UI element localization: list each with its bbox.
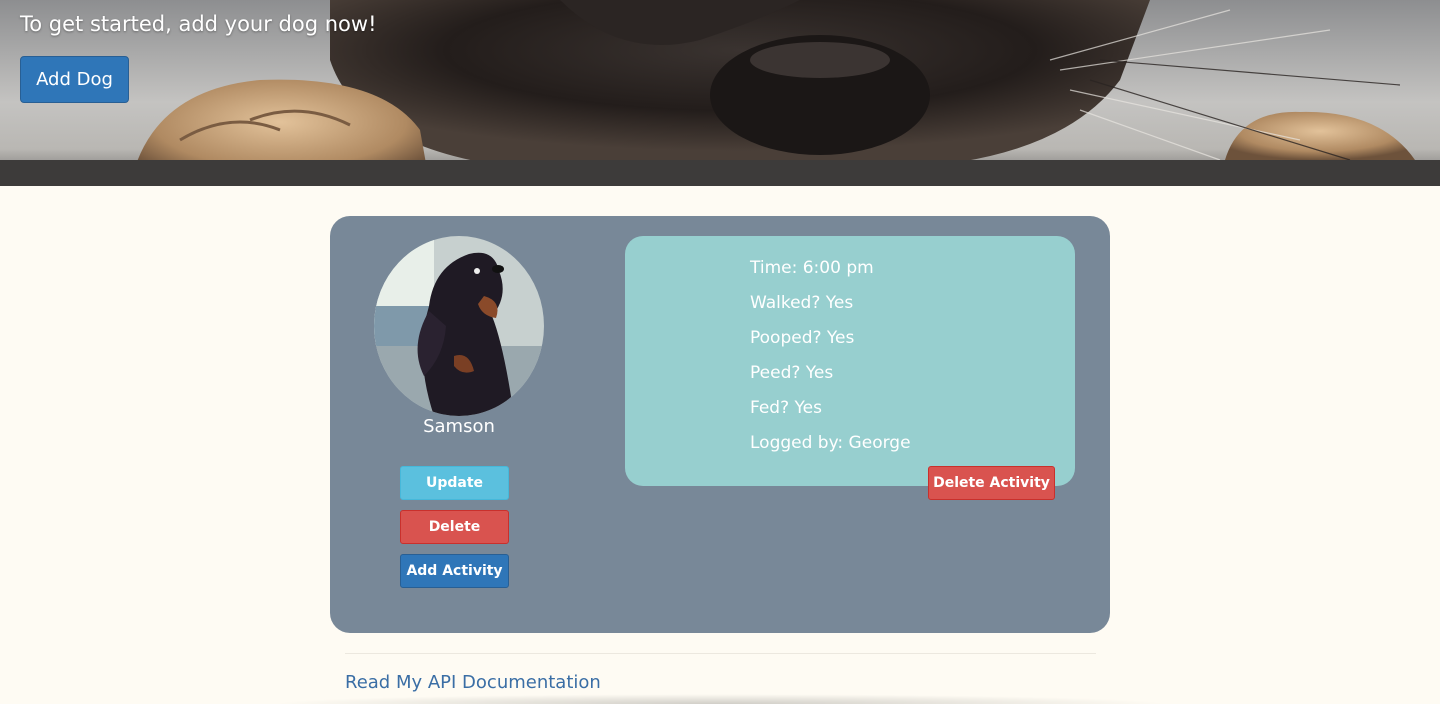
bottom-shadow — [270, 694, 1170, 704]
update-dog-button[interactable]: Update — [400, 466, 509, 500]
activity-pooped: Pooped? Yes — [750, 328, 855, 348]
dog-name: Samson — [423, 416, 495, 437]
hero-banner: To get started, add your dog now! Add Do… — [0, 0, 1440, 186]
activity-time: Time: 6:00 pm — [750, 258, 874, 278]
dog-card: Samson Update Delete Add Activity Time: … — [330, 216, 1110, 633]
add-dog-button[interactable]: Add Dog — [20, 56, 129, 103]
activity-panel: Time: 6:00 pm Walked? Yes Pooped? Yes Pe… — [625, 236, 1075, 486]
api-documentation-link[interactable]: Read My API Documentation — [345, 672, 601, 693]
dog-photo — [374, 236, 544, 416]
delete-dog-button[interactable]: Delete — [400, 510, 509, 544]
footer-divider — [345, 653, 1096, 654]
dog-avatar — [374, 236, 544, 416]
activity-logged-by: Logged by: George — [750, 433, 911, 453]
activity-fed: Fed? Yes — [750, 398, 822, 418]
add-activity-button[interactable]: Add Activity — [400, 554, 509, 588]
activity-peed: Peed? Yes — [750, 363, 834, 383]
hero-headline: To get started, add your dog now! — [20, 12, 377, 36]
delete-activity-button[interactable]: Delete Activity — [928, 466, 1055, 500]
activity-walked: Walked? Yes — [750, 293, 854, 313]
